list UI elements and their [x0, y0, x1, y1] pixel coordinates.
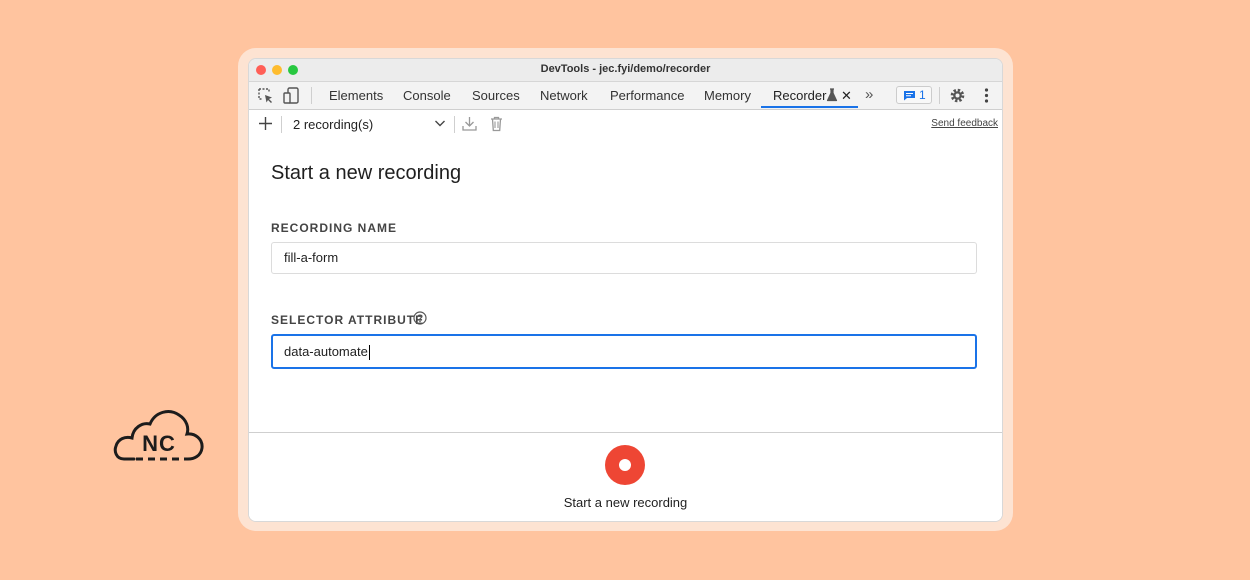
- recording-name-input[interactable]: fill-a-form: [271, 242, 977, 274]
- device-toolbar-icon[interactable]: [283, 87, 300, 104]
- text-caret: [368, 345, 370, 361]
- selector-attribute-label: SELECTOR ATTRIBUTE: [271, 313, 425, 327]
- recorder-toolbar: 2 recording(s) Send feedback: [249, 110, 1002, 139]
- send-feedback-link[interactable]: Send feedback: [931, 118, 998, 129]
- page-title: Start a new recording: [271, 162, 462, 184]
- active-tab-indicator: [761, 106, 858, 108]
- selector-attribute-input[interactable]: data-automate: [271, 334, 977, 369]
- plus-icon[interactable]: [257, 115, 274, 132]
- tab-sources[interactable]: Sources: [472, 82, 520, 109]
- tab-network[interactable]: Network: [540, 82, 588, 109]
- inspect-element-icon[interactable]: [257, 87, 274, 104]
- start-recording-label: Start a new recording: [563, 495, 688, 510]
- close-tab-icon[interactable]: ✕: [841, 82, 852, 109]
- tab-elements[interactable]: Elements: [329, 82, 383, 109]
- record-icon: [619, 459, 631, 471]
- title-bar: DevTools - jec.fyi/demo/recorder: [249, 59, 1002, 82]
- nc-cloud-logo: NC: [112, 405, 206, 467]
- tab-console[interactable]: Console: [403, 82, 451, 109]
- tab-memory[interactable]: Memory: [704, 82, 751, 109]
- chevron-down-icon[interactable]: [433, 116, 450, 133]
- flask-icon: [826, 88, 838, 102]
- logo-text: NC: [142, 431, 176, 456]
- issues-count: 1: [919, 88, 926, 102]
- start-recording-button[interactable]: [605, 445, 645, 485]
- selector-attribute-value: data-automate: [284, 344, 368, 359]
- recording-name-label: RECORDING NAME: [271, 221, 398, 235]
- devtools-window: DevTools - jec.fyi/demo/recorder Element…: [248, 58, 1003, 522]
- recording-name-value: fill-a-form: [284, 250, 339, 265]
- record-footer: Start a new recording: [249, 432, 1002, 521]
- kebab-menu-icon[interactable]: [978, 87, 995, 104]
- question-circle-icon[interactable]: [413, 311, 427, 325]
- screenshot-frame: DevTools - jec.fyi/demo/recorder Element…: [238, 48, 1013, 531]
- window-title: DevTools - jec.fyi/demo/recorder: [540, 63, 711, 75]
- trash-icon[interactable]: [488, 115, 505, 132]
- tab-performance[interactable]: Performance: [610, 82, 684, 109]
- recording-form: Start a new recording RECORDING NAME fil…: [249, 138, 1002, 430]
- download-icon[interactable]: [461, 115, 478, 132]
- tabbar-divider: [311, 87, 312, 104]
- issues-counter-button[interactable]: 1: [896, 86, 932, 104]
- more-tabs-icon[interactable]: »: [865, 82, 873, 109]
- gear-icon[interactable]: [949, 87, 966, 104]
- chat-bubble-icon: [904, 91, 915, 101]
- panel-tab-bar: Elements Console Sources Network Perform…: [249, 82, 1002, 110]
- recordings-select[interactable]: 2 recording(s): [293, 117, 373, 132]
- toolbar-divider: [281, 116, 282, 133]
- toolbar-divider: [454, 116, 455, 133]
- tabbar-divider: [939, 87, 940, 104]
- tab-recorder[interactable]: Recorder: [773, 82, 826, 109]
